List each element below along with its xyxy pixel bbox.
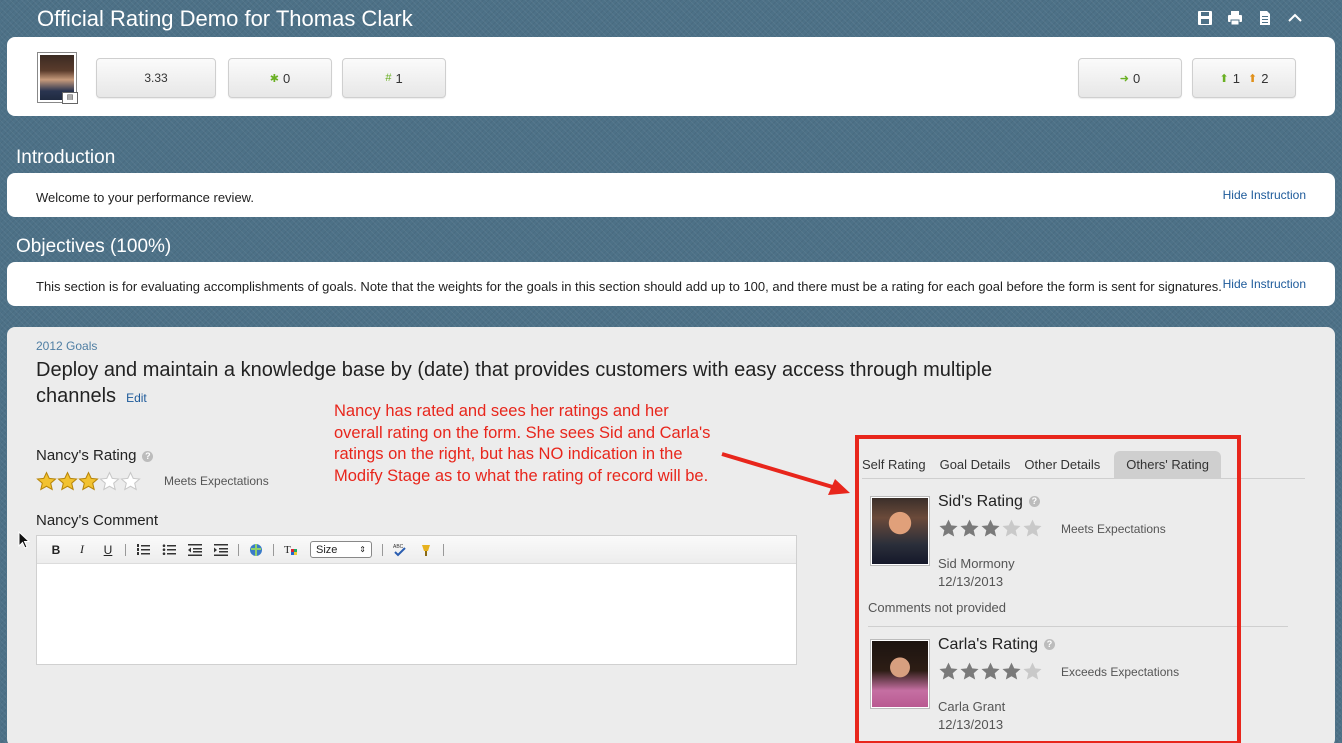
arrow-up-orange-icon: ⬆ <box>1248 72 1258 85</box>
page-title: Official Rating Demo for Thomas Clark <box>37 6 413 31</box>
self-rating-label: Nancy's Rating? <box>36 447 154 464</box>
new-items-button[interactable]: ✱ 0 <box>228 58 332 98</box>
arrow-up-green-icon: ⬆ <box>1219 72 1229 85</box>
comment-label: Nancy's Comment <box>36 512 159 529</box>
objectives-panel: This section is for evaluating accomplis… <box>7 262 1335 306</box>
introduction-title: Introduction <box>16 147 116 168</box>
overall-rating-button[interactable]: 3.33 <box>96 58 216 98</box>
introduction-text: Welcome to your performance review. <box>36 190 254 205</box>
hide-instruction-link[interactable]: Hide Instruction <box>1223 277 1306 291</box>
hide-instruction-link[interactable]: Hide Instruction <box>1223 188 1306 202</box>
hash-icon: # <box>385 72 392 84</box>
star-empty-icon[interactable] <box>99 471 120 491</box>
ordered-list-icon[interactable] <box>130 539 156 561</box>
spellcheck-icon[interactable]: ABC <box>387 539 413 561</box>
annotation-note: Nancy has rated and sees her ratings and… <box>334 402 711 485</box>
outdent-icon[interactable] <box>182 539 208 561</box>
up-orange-count: 2 <box>1261 70 1269 86</box>
title-actions <box>1196 9 1304 27</box>
self-rating-text: Meets Expectations <box>164 474 269 488</box>
objectives-text: This section is for evaluating accomplis… <box>36 279 1222 294</box>
goal-category: 2012 Goals <box>36 339 98 353</box>
font-size-select[interactable]: Size ⇕ <box>310 541 372 558</box>
mouse-cursor-icon <box>18 531 30 549</box>
font-size-value: Size <box>316 543 338 556</box>
bold-button[interactable]: B <box>43 539 69 561</box>
svg-text:T: T <box>284 544 291 556</box>
clear-format-icon[interactable] <box>413 539 439 561</box>
highlight-box <box>855 435 1241 743</box>
edit-goal-link[interactable]: Edit <box>126 391 147 405</box>
help-icon[interactable]: ? <box>142 450 154 462</box>
comment-editor[interactable]: B I U T Size ⇕ ABC <box>36 535 797 665</box>
underline-button[interactable]: U <box>95 539 121 561</box>
goal-title-text: Deploy and maintain a knowledge base by … <box>36 359 993 407</box>
self-rating-stars[interactable] <box>36 471 141 491</box>
annotation-arrow-icon <box>721 452 850 495</box>
employee-summary-card: ▤ 3.33 ✱ 0 # 1 ➜ 0 ⬆ 1 ⬆ 2 <box>7 37 1335 116</box>
italic-button[interactable]: I <box>69 539 95 561</box>
collapse-icon[interactable] <box>1286 9 1304 27</box>
overall-rating-value: 3.33 <box>144 71 168 85</box>
star-filled-icon[interactable] <box>78 471 99 491</box>
introduction-panel: Welcome to your performance review. Hide… <box>7 173 1335 217</box>
self-rating-label-text: Nancy's Rating <box>36 447 137 464</box>
insert-link-icon[interactable] <box>243 539 269 561</box>
forward-items-button[interactable]: ➜ 0 <box>1078 58 1182 98</box>
star-filled-icon[interactable] <box>57 471 78 491</box>
forward-items-count: 0 <box>1132 70 1141 86</box>
hash-items-button[interactable]: # 1 <box>342 58 446 98</box>
indent-icon[interactable] <box>208 539 234 561</box>
star-empty-icon[interactable] <box>120 471 141 491</box>
up-green-count: 1 <box>1232 70 1240 86</box>
objectives-title: Objectives (100%) <box>16 236 172 257</box>
hash-items-count: 1 <box>395 70 403 86</box>
star-filled-icon[interactable] <box>36 471 57 491</box>
asterisk-icon: ✱ <box>269 72 279 85</box>
editor-toolbar: B I U T Size ⇕ ABC <box>37 536 796 564</box>
select-arrows-icon: ⇕ <box>359 545 366 554</box>
text-color-icon[interactable]: T <box>278 539 304 561</box>
document-icon[interactable] <box>1256 9 1274 27</box>
new-items-count: 0 <box>282 70 291 86</box>
arrow-right-icon: ➜ <box>1119 72 1129 85</box>
employee-avatar[interactable]: ▤ <box>37 52 78 104</box>
svg-text:ABC: ABC <box>393 544 404 550</box>
id-card-icon: ▤ <box>62 92 78 104</box>
save-icon[interactable] <box>1196 9 1214 27</box>
title-bar: Official Rating Demo for Thomas Clark <box>0 0 1342 36</box>
progress-items-button[interactable]: ⬆ 1 ⬆ 2 <box>1192 58 1296 98</box>
unordered-list-icon[interactable] <box>156 539 182 561</box>
print-icon[interactable] <box>1226 9 1244 27</box>
